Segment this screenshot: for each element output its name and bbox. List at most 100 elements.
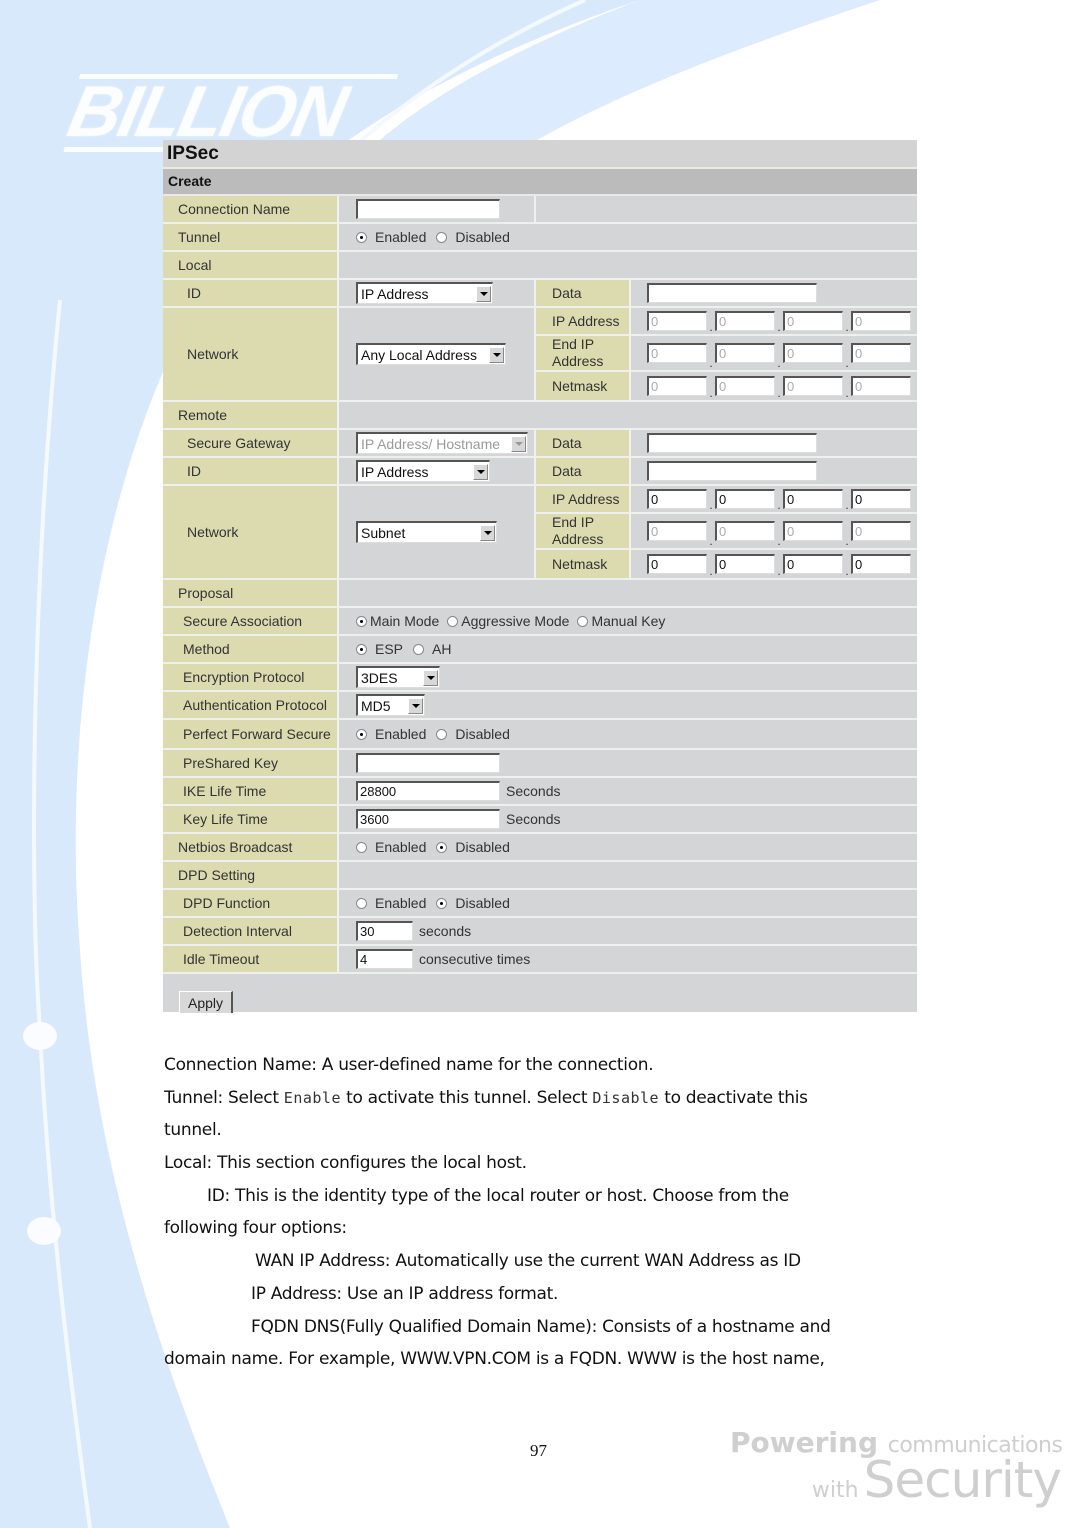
remote-ip-octet-4[interactable] <box>851 489 911 509</box>
remote-end-ip-octet-1[interactable] <box>647 521 707 541</box>
preshared-key-label: PreShared Key <box>163 750 339 776</box>
page-number: 97 <box>530 1441 547 1460</box>
local-end-ip-octet-2[interactable] <box>715 343 775 363</box>
radio-checked-icon <box>436 897 448 909</box>
ike-life-time-input[interactable] <box>356 781 500 801</box>
row-secure-association: Secure Association Main Mode Aggressive … <box>163 608 917 636</box>
row-secure-gateway: Secure Gateway IP Address/ Hostname Data <box>163 430 917 458</box>
remote-netmask-octet-4[interactable] <box>851 554 911 574</box>
manual-key-radio[interactable]: Manual Key <box>577 613 665 629</box>
document-text: Connection Name: A user-defined name for… <box>164 1049 924 1376</box>
row-preshared-key: PreShared Key <box>163 750 917 778</box>
connection-name-input[interactable] <box>356 199 500 219</box>
remote-netmask-octet-2[interactable] <box>715 554 775 574</box>
authentication-protocol-select[interactable]: MD5 <box>356 694 425 716</box>
local-end-ip-octet-4[interactable] <box>851 343 911 363</box>
local-ip-octet-1[interactable] <box>647 311 707 331</box>
remote-ip-octet-3[interactable] <box>783 489 843 509</box>
remote-id-data-input[interactable] <box>647 461 817 481</box>
row-netbios-broadcast: Netbios Broadcast Enabled Disabled <box>163 834 917 862</box>
local-label: Local <box>163 252 339 278</box>
pfs-enabled-radio[interactable]: Enabled <box>356 726 426 742</box>
encryption-protocol-select[interactable]: 3DES <box>356 666 440 688</box>
row-remote-network: Network Subnet IP Address . . . End IPAd… <box>163 486 917 580</box>
key-life-time-unit: Seconds <box>506 811 561 827</box>
radio-checked-icon <box>356 643 367 655</box>
secure-gateway-select[interactable]: IP Address/ Hostname <box>356 432 528 454</box>
local-end-ip-octet-3[interactable] <box>783 343 843 363</box>
remote-end-ip-label: End IP Address <box>536 514 631 548</box>
remote-network-select[interactable]: Subnet <box>356 521 497 543</box>
dropdown-arrow-icon <box>408 697 423 714</box>
tunnel-disabled-radio[interactable]: Disabled <box>436 229 510 245</box>
ike-life-time-label: IKE Life Time <box>163 778 339 804</box>
netbios-disabled-radio[interactable]: Disabled <box>436 839 510 855</box>
local-id-select[interactable]: IP Address <box>356 282 493 304</box>
tunnel-enabled-radio[interactable]: Enabled <box>356 229 426 245</box>
row-method: Method ESP AH <box>163 636 917 664</box>
apply-button[interactable]: Apply <box>179 991 234 1013</box>
local-netmask-label: Netmask <box>536 372 631 400</box>
remote-netmask-octet-3[interactable] <box>783 554 843 574</box>
doc-paragraph: Connection Name: A user-defined name for… <box>164 1055 654 1075</box>
pfs-disabled-radio[interactable]: Disabled <box>436 726 510 742</box>
remote-end-ip-octet-2[interactable] <box>715 521 775 541</box>
radio-unchecked-icon <box>356 841 367 853</box>
doc-paragraph: Local: This section configures the local… <box>164 1153 527 1174</box>
local-netmask-octet-3[interactable] <box>783 376 843 396</box>
dropdown-arrow-icon <box>489 346 504 363</box>
ah-radio[interactable]: AH <box>413 641 451 657</box>
doc-paragraph: Tunnel: Select Enable to activate this t… <box>164 1087 808 1108</box>
local-netmask-octet-2[interactable] <box>715 376 775 396</box>
remote-end-ip-octet-4[interactable] <box>851 521 911 541</box>
doc-paragraph: FQDN DNS(Fully Qualified Domain Name): C… <box>251 1316 831 1337</box>
local-id-data-input[interactable] <box>647 283 817 303</box>
dropdown-arrow-icon <box>480 524 495 541</box>
aggressive-mode-radio[interactable]: Aggressive Mode <box>447 613 569 629</box>
apply-row: Apply <box>163 974 917 1013</box>
esp-radio[interactable]: ESP <box>356 641 403 657</box>
dpd-disabled-radio[interactable]: Disabled <box>436 895 510 911</box>
radio-unchecked-icon <box>356 897 367 909</box>
secure-gateway-data-input[interactable] <box>647 433 817 453</box>
remote-netmask-octet-1[interactable] <box>647 554 707 574</box>
remote-end-ip-octet-3[interactable] <box>783 521 843 541</box>
dropdown-arrow-icon <box>473 463 488 480</box>
local-ip-octet-3[interactable] <box>783 311 843 331</box>
idle-timeout-label: Idle Timeout <box>163 946 339 972</box>
secure-gateway-label: Secure Gateway <box>163 430 339 456</box>
local-netmask-octet-1[interactable] <box>647 376 707 396</box>
local-end-ip-octet-1[interactable] <box>647 343 707 363</box>
idle-timeout-unit: consecutive times <box>419 951 531 967</box>
radio-checked-icon <box>356 615 367 627</box>
doc-paragraph: tunnel. <box>164 1120 222 1141</box>
idle-timeout-input[interactable] <box>356 949 413 969</box>
key-life-time-input[interactable] <box>356 809 500 829</box>
encryption-protocol-label: Encryption Protocol <box>163 664 339 690</box>
main-mode-radio[interactable]: Main Mode <box>356 613 439 629</box>
remote-ip-address-label: IP Address <box>536 486 631 512</box>
remote-ip-octet-2[interactable] <box>715 489 775 509</box>
local-ip-octet-4[interactable] <box>851 311 911 331</box>
remote-id-select[interactable]: IP Address <box>356 460 490 482</box>
local-network-select[interactable]: Any Local Address <box>356 343 506 365</box>
netbios-enabled-radio[interactable]: Enabled <box>356 839 426 855</box>
detection-interval-unit: seconds <box>419 923 472 939</box>
authentication-protocol-label: Authentication Protocol <box>163 692 339 718</box>
preshared-key-input[interactable] <box>356 753 500 773</box>
local-netmask-octet-4[interactable] <box>851 376 911 396</box>
local-ip-octet-2[interactable] <box>715 311 775 331</box>
detection-interval-label: Detection Interval <box>163 918 339 944</box>
remote-ip-octet-1[interactable] <box>647 489 707 509</box>
row-idle-timeout: Idle Timeout consecutive times <box>163 946 917 974</box>
doc-paragraph: following four options: <box>164 1218 347 1239</box>
row-tunnel: Tunnel Enabled Disabled <box>163 224 917 252</box>
doc-paragraph: IP Address: Use an IP address format. <box>251 1283 559 1304</box>
row-local-network: Network Any Local Address IP Address . .… <box>163 308 917 402</box>
detection-interval-input[interactable] <box>356 921 413 941</box>
ipsec-panel: IPSec Create Connection Name Tunnel Enab… <box>163 140 917 1013</box>
billion-logo: BILLION <box>61 72 397 152</box>
tunnel-label: Tunnel <box>163 224 339 250</box>
row-dpd-function: DPD Function Enabled Disabled <box>163 890 917 918</box>
dpd-enabled-radio[interactable]: Enabled <box>356 895 426 911</box>
